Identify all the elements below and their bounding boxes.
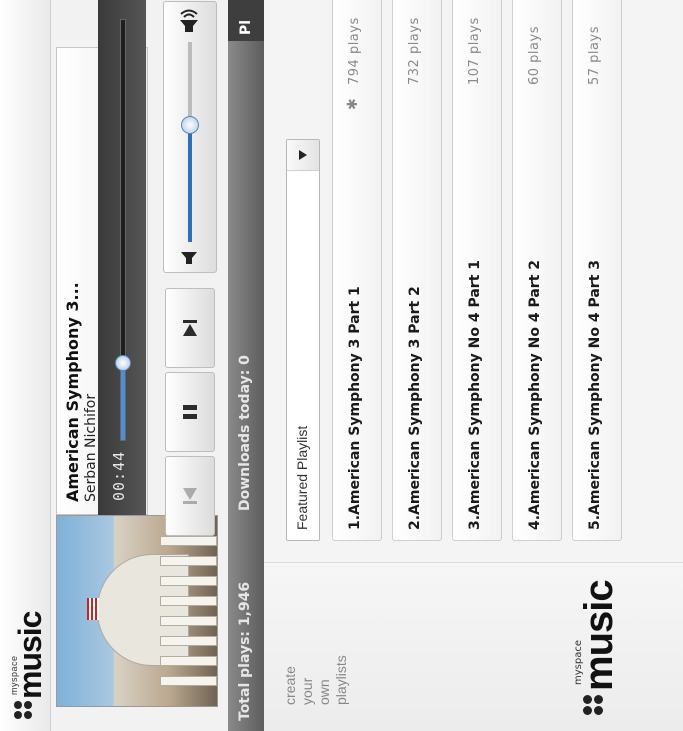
playlist-track-1[interactable]: 1.American Symphony 3 Part 1 ✱ 794 plays — [332, 0, 382, 541]
playlist-select[interactable]: Featured Playlist — [286, 139, 320, 541]
playlist-track-4[interactable]: 4.American Symphony No 4 Part 2 60 plays — [512, 0, 562, 541]
volume-rest — [188, 42, 192, 126]
progress-fill — [121, 364, 125, 440]
chevron-down-icon — [299, 150, 307, 160]
logo-big-text: music — [577, 580, 621, 691]
track-name: 4.American Symphony No 4 Part 2 — [527, 259, 543, 530]
pause-button[interactable] — [165, 372, 215, 452]
playlist-track-5[interactable]: 5.American Symphony No 4 Part 3 57 plays — [572, 0, 622, 541]
pause-icon — [183, 405, 197, 419]
progress-bar[interactable] — [115, 19, 131, 441]
next-button[interactable] — [165, 288, 215, 368]
playlist-tab[interactable]: Pl — [228, 0, 264, 41]
myspace-music-logo[interactable]: myspace music — [6, 599, 48, 719]
album-art — [56, 515, 218, 707]
logo-big-text: music — [12, 611, 48, 699]
track-plays: 732 plays — [407, 17, 422, 85]
progress-panel: 00:44 — [98, 0, 146, 515]
track-name: 1.American Symphony 3 Part 1 — [347, 286, 363, 530]
track-artist: Serban Nichifor — [83, 393, 99, 502]
elapsed-time: 00:44 — [110, 450, 128, 501]
playlist-select-value: Featured Playlist — [294, 425, 310, 530]
logo-people-icon — [14, 697, 38, 719]
track-title: American Symphony 3... — [63, 282, 82, 502]
header: myspace music — [0, 0, 51, 731]
previous-icon — [183, 488, 197, 504]
track-name: 2.American Symphony 3 Part 2 — [407, 286, 423, 530]
next-icon — [183, 320, 197, 336]
previous-button[interactable] — [165, 456, 215, 536]
volume-control — [163, 1, 217, 273]
now-playing-icon: ✱ — [345, 98, 361, 110]
dropdown-arrow[interactable] — [287, 140, 319, 171]
playlist-track-3[interactable]: 3.American Symphony No 4 Part 1 107 play… — [452, 0, 502, 541]
playlist-area: create your own playlists myspace music … — [264, 0, 683, 731]
track-plays: 794 plays — [347, 17, 362, 85]
volume-up-icon[interactable] — [176, 8, 202, 34]
progress-knob[interactable] — [115, 355, 131, 372]
myspace-music-logo-bottom[interactable]: myspace music — [569, 565, 629, 715]
volume-slider[interactable] — [188, 42, 192, 242]
track-plays: 107 plays — [467, 17, 482, 85]
total-plays: Total plays: 1,946 — [237, 581, 253, 721]
track-plays: 60 plays — [527, 26, 542, 85]
volume-down-icon[interactable] — [178, 246, 200, 266]
stage: myspace music American Symphony 3... Ser… — [0, 0, 683, 731]
downloads-today: Downloads today: 0 — [237, 355, 253, 511]
track-name: 3.American Symphony No 4 Part 1 — [467, 259, 483, 530]
playlist-track-2[interactable]: 2.American Symphony 3 Part 2 732 plays — [392, 0, 442, 541]
playlist-sidebar: create your own playlists myspace music — [264, 562, 683, 731]
volume-knob[interactable] — [181, 116, 199, 134]
music-player-widget: myspace music American Symphony 3... Ser… — [0, 0, 683, 731]
stats-bar: Total plays: 1,946 Downloads today: 0 Pl — [228, 0, 264, 731]
create-playlists-link[interactable]: create your own playlists — [282, 655, 350, 705]
track-name: 5.American Symphony No 4 Part 3 — [587, 259, 603, 530]
logo-people-icon — [583, 691, 609, 715]
track-plays: 57 plays — [587, 26, 602, 85]
